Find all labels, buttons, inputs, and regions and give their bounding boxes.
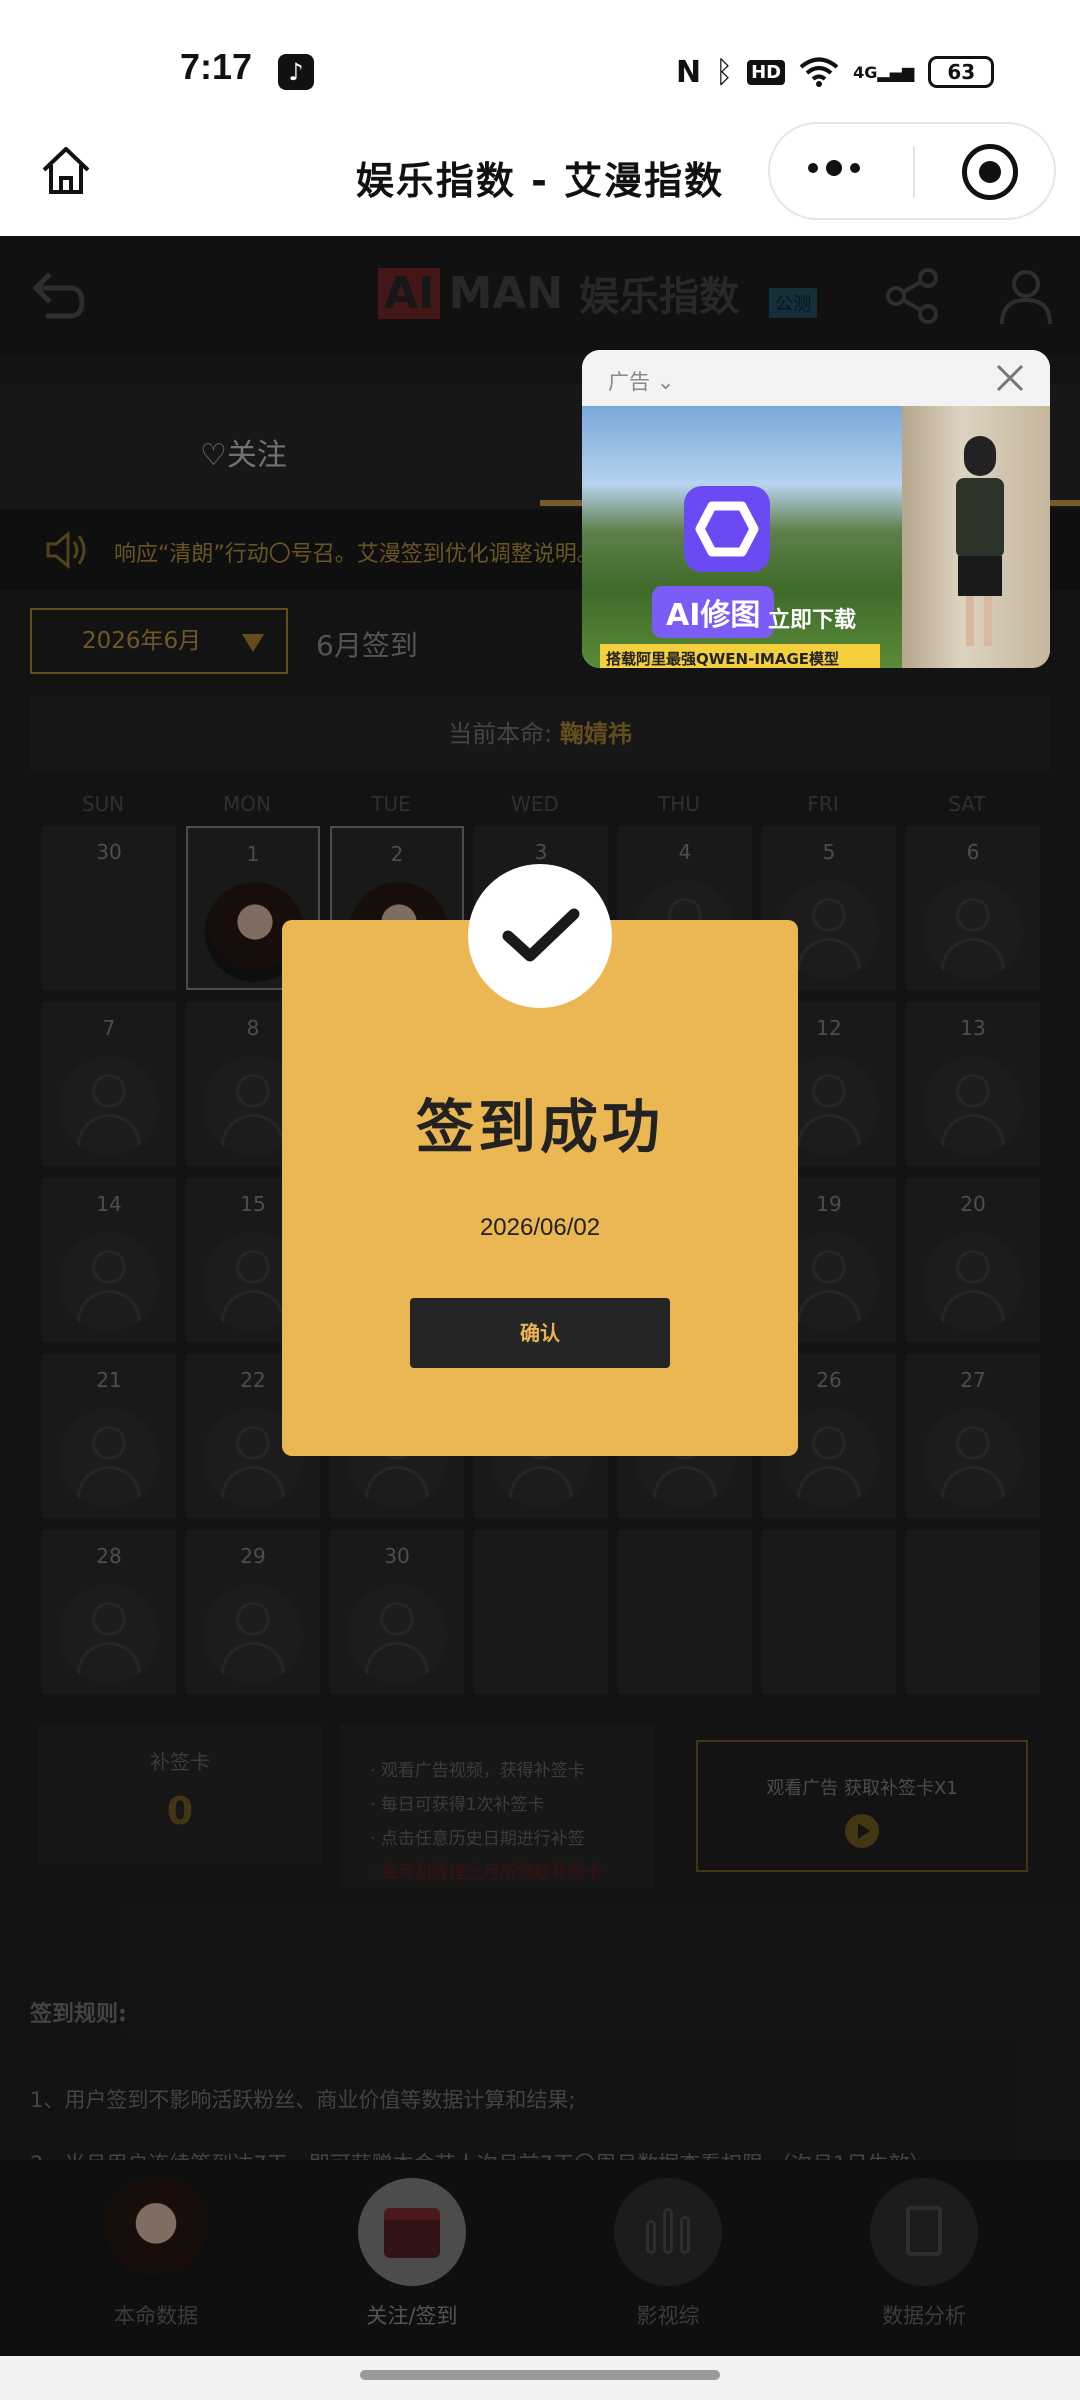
dialog-date: 2026/06/02 (479, 1214, 601, 1241)
status-time: 7:17 (180, 46, 253, 87)
ad-download-button[interactable]: 立即下载 (768, 602, 856, 634)
battery-icon: 63 (928, 56, 995, 88)
ad-label[interactable]: 广告 ⌄ (608, 366, 674, 396)
signal-icon: 4G▂▄▆ (853, 62, 915, 82)
close-miniapp-icon[interactable] (962, 144, 1018, 200)
ad-label-text: 广告 (608, 370, 650, 394)
checkmark-icon (502, 908, 580, 962)
confirm-button[interactable]: 确认 (410, 1298, 670, 1368)
status-bar: 7:17 ♪ N ᛒ HD 4G▂▄▆ 63 (0, 0, 1080, 120)
network-type: 4G (853, 62, 878, 82)
gesture-bar (0, 2356, 1080, 2400)
home-indicator[interactable] (360, 2370, 720, 2380)
ad-image-person (902, 406, 1050, 668)
ad-headline: AI修图 (652, 586, 775, 638)
wifi-icon (799, 57, 839, 87)
person-figure (952, 436, 1008, 646)
check-circle (468, 864, 612, 1008)
chevron-down-icon: ⌄ (656, 370, 675, 394)
close-icon[interactable] (992, 360, 1028, 396)
status-icons: N ᛒ HD 4G▂▄▆ 63 (676, 52, 995, 92)
miniapp-capsule (768, 122, 1056, 220)
ad-popup[interactable]: 广告 ⌄ AI修图 搭载阿里最强QWEN-IMAGE模型 立即下载 (582, 350, 1050, 668)
app-logo-icon (684, 486, 770, 572)
more-menu-icon[interactable] (808, 160, 860, 176)
ad-subline: 搭载阿里最强QWEN-IMAGE模型 (600, 644, 880, 668)
battery-level: 63 (947, 60, 976, 84)
bluetooth-icon: ᛒ (715, 54, 734, 90)
dialog-title: 签到成功 (415, 1093, 664, 1161)
nfc-icon: N (676, 54, 702, 90)
tiktok-notification-icon: ♪ (278, 54, 314, 90)
capsule-divider (913, 146, 915, 198)
hd-icon: HD (747, 59, 786, 85)
